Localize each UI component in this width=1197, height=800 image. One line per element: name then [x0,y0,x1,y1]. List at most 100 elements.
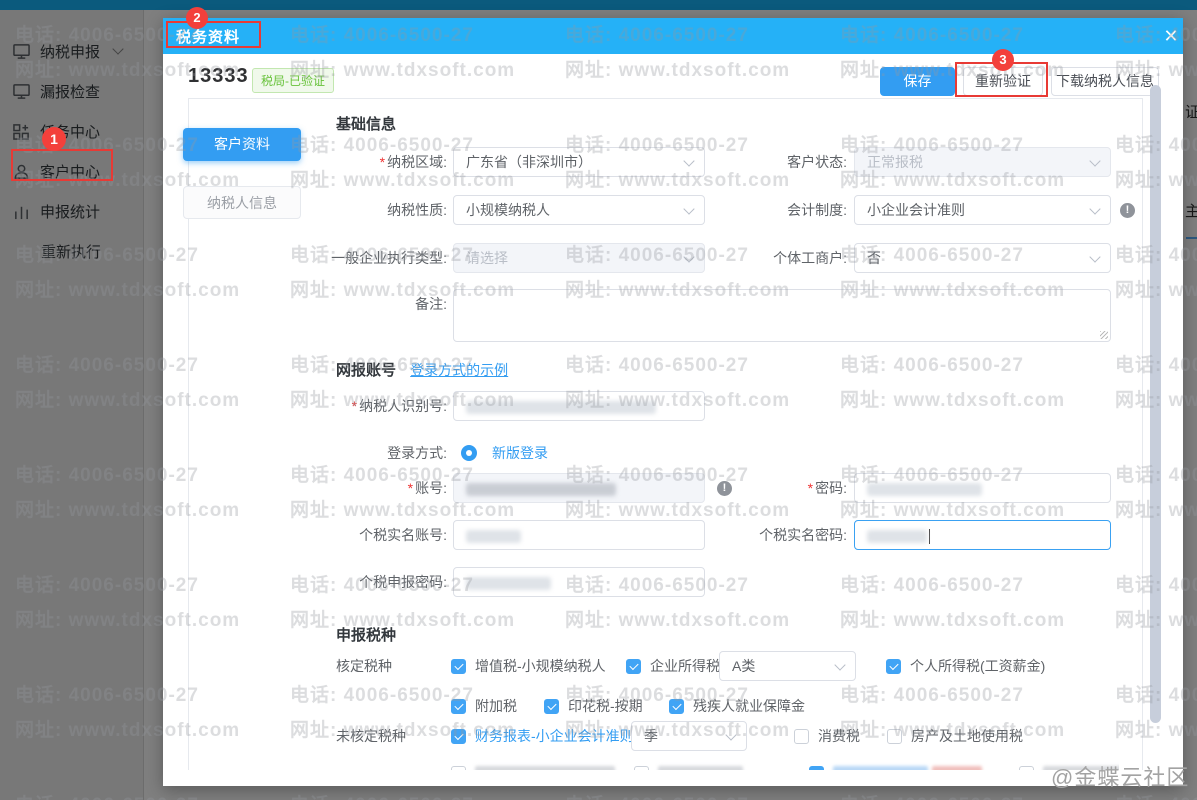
form-row: 未核定税种 财务报表-小企业会计准则 季 消费税 房产及土地使用税 [189,721,1119,753]
checkbox-property-land-tax[interactable]: 房产及土地使用税 [887,721,1023,751]
field-label: 登录方式: [387,445,447,461]
form-panel: 基础信息 * 纳税区域: 广东省（非深圳市） 客户状态: 正常报税 纳税性质: 小… [188,98,1143,770]
clipped-text [932,766,982,770]
clipped-checkbox-row [189,758,1119,770]
clipped-checkbox[interactable] [451,758,615,770]
field-label: 客户状态: [787,154,847,170]
checkbox-personal-income-tax[interactable]: 个人所得税(工资薪金) [886,651,1045,681]
annotation-box-step2 [166,21,261,48]
scrollbar-thumb[interactable] [1150,85,1161,723]
individual-business-select[interactable]: 否 [854,243,1111,273]
field-label: 会计制度: [787,202,847,218]
info-icon[interactable]: ! [1120,203,1135,218]
redacted-value [466,482,616,496]
redacted-value [466,576,551,590]
clipped-text [833,766,928,770]
login-mode-radio[interactable] [461,445,477,461]
checkbox-surtax[interactable]: 附加税 [451,691,517,721]
field-label: 备注: [415,296,447,312]
section-heading-tax-types: 申报税种 [336,627,397,644]
clipped-checkbox[interactable] [809,758,982,770]
checkbox-icon [451,658,466,674]
report-period-select[interactable]: 季 [631,721,747,751]
chevron-down-icon [1089,203,1101,215]
tax-info-dialog: 税务资料 ✕ 13333 税局-已验证 保存 重新验证 下载纳税人信息 客户资料… [163,18,1183,786]
form-row: 核定税种 增值税-小规模纳税人 企业所得税 A类 个人所得税(工资薪金) [189,651,1119,681]
section-heading-web-account: 网报账号 登录方式的示例 [336,362,509,379]
form-row: 个税申报密码: [189,567,1119,597]
verified-status-badge: 税局-已验证 [252,68,334,93]
community-watermark: @金蝶云社区 [1051,765,1190,790]
accounting-system-select[interactable]: 小企业会计准则 [854,195,1111,225]
checkbox-icon [544,698,559,714]
required-mark: * [407,480,414,496]
declare-password-input[interactable] [453,567,705,597]
dialog-header: 税务资料 ✕ [163,18,1183,54]
redacted-value [466,529,521,543]
tab-taxpayer-info[interactable]: 纳税人信息 [183,186,301,219]
required-mark: * [379,154,386,170]
redacted-value [466,400,656,414]
checkbox-icon [634,765,649,770]
taxpayer-id-input[interactable] [453,391,705,421]
checkbox-corporate-income-tax[interactable]: 企业所得税 [626,651,720,681]
checkbox-financial-report[interactable]: 财务报表-小企业会计准则 [451,721,634,751]
download-taxpayer-info-button[interactable]: 下载纳税人信息 [1051,67,1159,96]
checkbox-icon [1019,765,1034,770]
save-button[interactable]: 保存 [880,67,955,96]
field-label: * 密码: [807,480,847,496]
checkbox-disability-fund[interactable]: 残疾人就业保障金 [669,691,805,721]
tab-customer-info[interactable]: 客户资料 [183,128,301,161]
chevron-down-icon [834,659,846,671]
form-row: * 纳税人识别号: [189,391,1119,421]
clipped-text [658,766,743,770]
text-cursor [929,528,930,544]
resize-handle[interactable] [1100,331,1108,339]
chevron-down-icon [725,729,737,741]
clipped-text [475,766,615,770]
annotation-box-step1 [11,149,113,181]
corporate-tax-class-select[interactable]: A类 [719,651,856,681]
checkbox-icon [451,698,466,714]
checkbox-icon [887,728,902,744]
field-label: 个税实名密码: [759,527,847,543]
chevron-down-icon [1089,251,1101,263]
login-example-link[interactable]: 登录方式的示例 [410,362,508,378]
checkbox-consumption-tax[interactable]: 消费税 [794,721,860,751]
form-row: * 账号: ! * 密码: [189,473,1119,503]
field-label: 个体工商户: [773,250,847,266]
chevron-down-icon [1089,155,1101,167]
form-row: 一般企业执行类型: 请选择 个体工商户: 否 [189,243,1119,273]
checkbox-icon [886,658,901,674]
section-heading-basic: 基础信息 [336,116,397,133]
redacted-value [867,482,982,496]
customer-code: 13333 [188,65,249,87]
required-mark: * [807,480,814,496]
field-label: * 账号: [407,480,447,496]
checkbox-stamp-tax[interactable]: 印花税-按期 [544,691,643,721]
form-row: 个税实名账号: 个税实名密码: [189,520,1119,550]
form-row: 纳税性质: 小规模纳税人 会计制度: 小企业会计准则 ! [189,195,1135,225]
remark-textarea[interactable] [453,289,1111,342]
checkbox-icon [451,765,466,770]
checkbox-vat[interactable]: 增值税-小规模纳税人 [451,651,606,681]
field-label: 未核定税种 [336,728,406,744]
redacted-value [867,529,927,543]
form-row: * 纳税区域: 广东省（非深圳市） 客户状态: 正常报税 [189,147,1119,177]
checkbox-icon [669,698,684,714]
password-input[interactable] [854,473,1111,503]
annotation-badge-step2: 2 [186,7,208,29]
annotation-badge-step3: 3 [992,49,1014,71]
required-mark: * [351,398,358,414]
clipped-checkbox[interactable] [634,758,743,770]
realname-password-input[interactable] [854,520,1111,550]
checkbox-icon [451,728,466,744]
login-mode-option-label[interactable]: 新版登录 [492,443,548,463]
checkbox-icon [809,765,824,770]
customer-status-select: 正常报税 [854,147,1111,177]
form-row: 备注: [189,289,1119,342]
checkbox-icon [626,658,641,674]
form-row: 登录方式: 新版登录 [189,438,1119,468]
field-label: 一般企业执行类型: [331,250,447,266]
close-icon[interactable]: ✕ [1159,24,1183,48]
